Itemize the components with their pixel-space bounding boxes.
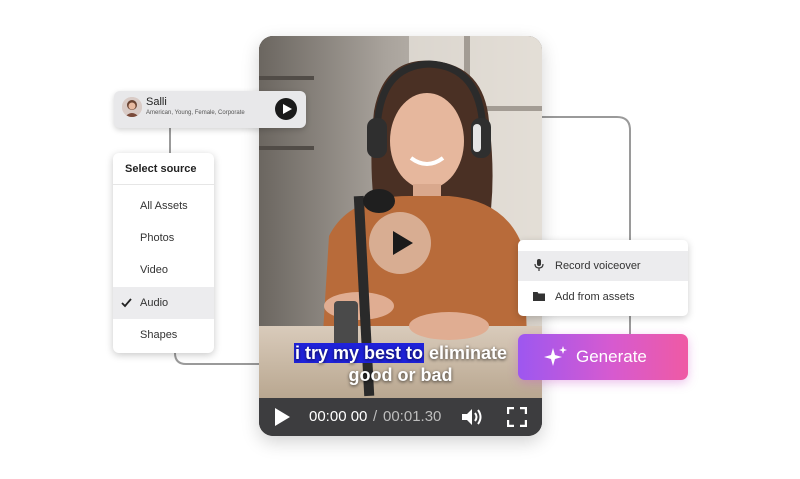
voice-name: Salli — [146, 96, 167, 108]
source-item-all-assets[interactable]: All Assets — [113, 190, 214, 222]
checkmark-icon — [121, 298, 132, 308]
voiceover-menu: Record voiceover Add from assets — [518, 240, 688, 316]
source-item-shapes[interactable]: Shapes — [113, 319, 214, 351]
sparkle-icon — [544, 346, 567, 366]
voice-play-button[interactable] — [275, 98, 297, 120]
play-icon[interactable] — [272, 407, 292, 427]
source-item-photos[interactable]: Photos — [113, 222, 214, 254]
generate-label: Generate — [576, 347, 647, 366]
play-icon — [282, 104, 292, 114]
video-controls-bar: 00:00 00 / 00:01.30 — [259, 398, 542, 436]
select-source-title: Select source — [125, 163, 197, 175]
voice-description: American, Young, Female, Corporate — [146, 110, 245, 116]
microphone-icon — [534, 259, 544, 271]
add-from-assets-item[interactable]: Add from assets — [518, 282, 688, 312]
play-icon — [393, 231, 413, 255]
voice-selector-card[interactable]: Salli American, Young, Female, Corporate — [114, 91, 306, 128]
time-current: 00:00 00 — [309, 408, 368, 425]
record-voiceover-item[interactable]: Record voiceover — [518, 251, 688, 281]
avatar — [122, 97, 142, 117]
video-play-button[interactable] — [369, 212, 431, 274]
subtitle-line1-rest: eliminate — [429, 343, 508, 363]
divider — [113, 184, 214, 185]
subtitle-caption: i try my best to eliminate good or bad — [259, 342, 542, 386]
select-source-menu: Select source All Assets Photos Video Au… — [113, 153, 214, 353]
time-separator: / — [373, 408, 378, 425]
source-item-video[interactable]: Video — [113, 254, 214, 286]
source-item-audio[interactable]: Audio — [113, 287, 214, 319]
time-total: 00:01.30 — [383, 408, 442, 425]
folder-icon — [533, 292, 545, 301]
fullscreen-icon[interactable] — [507, 407, 527, 427]
volume-icon[interactable] — [460, 407, 484, 427]
subtitle-line2: good or bad — [348, 365, 453, 385]
subtitle-highlight: i try my best to — [293, 343, 424, 363]
generate-button[interactable]: Generate — [518, 334, 688, 380]
